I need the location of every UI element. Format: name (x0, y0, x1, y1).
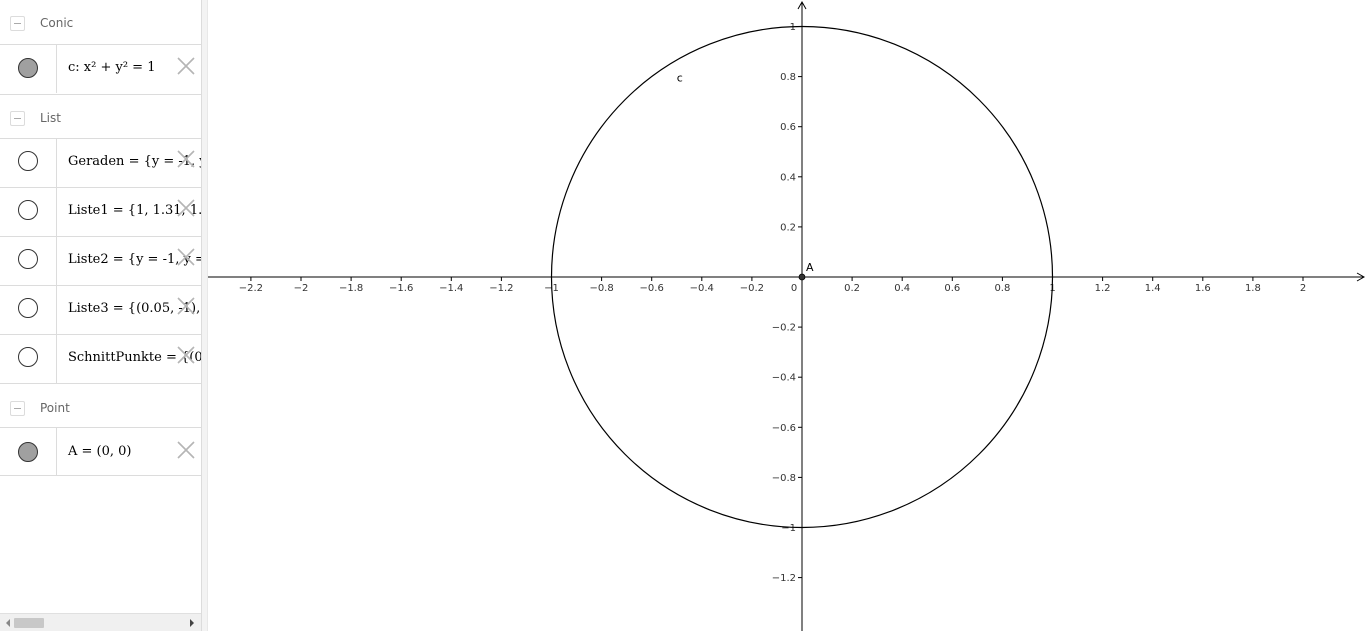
delete-c-icon[interactable] (176, 56, 196, 76)
marble-cell (0, 139, 57, 187)
marble-cell (0, 188, 57, 236)
x-axis-ticks: −2.2 −2 −1.8 −1.6 −1.4 −1.2 −1 −0.8 −0.6 −0.4 −0.2… (239, 277, 1306, 294)
marble-cell (0, 237, 57, 285)
collapse-conic-button[interactable] (10, 16, 25, 31)
y-tick-label: 0.2 (780, 222, 796, 233)
y-tick-label: −1 (781, 523, 796, 534)
y-tick-label: −0.4 (772, 373, 796, 384)
formula-c[interactable]: c: x² + y² = 1 (68, 60, 155, 75)
graphics-canvas[interactable]: −2.2 −2 −1.8 −1.6 −1.4 −1.2 −1 −0.8 −0.6 −0.4 −0.2… (208, 0, 1366, 631)
delete-liste1-icon[interactable] (176, 198, 196, 218)
visibility-toggle-schnittpunkte[interactable] (18, 347, 38, 367)
marble-cell (0, 428, 57, 475)
y-tick-label: −1.2 (772, 573, 796, 584)
delete-liste2-icon[interactable] (176, 247, 196, 267)
scrollbar-thumb[interactable] (14, 618, 44, 628)
y-tick-label: −0.6 (772, 423, 796, 434)
x-tick-label: 0.8 (994, 283, 1010, 294)
x-tick-label: −0.4 (690, 283, 714, 294)
algebra-view: Conic c: x² + y² = 1 List Geraden = {y =… (0, 0, 201, 631)
view-divider[interactable] (201, 0, 208, 631)
marble-cell (0, 335, 57, 383)
algebra-item-schnittpunkte[interactable]: SchnittPunkte = {(0.0 (0, 334, 201, 383)
x-tick-label: −1.6 (389, 283, 413, 294)
graphics-view[interactable]: −2.2 −2 −1.8 −1.6 −1.4 −1.2 −1 −0.8 −0.6 −0.4 −0.2… (208, 0, 1366, 631)
x-tick-label: −2 (294, 283, 309, 294)
visibility-toggle-a[interactable] (18, 442, 38, 462)
y-tick-label: 1 (790, 22, 796, 33)
group-label-point: Point (40, 401, 70, 415)
x-tick-label: 1.6 (1195, 283, 1211, 294)
point-a[interactable] (798, 273, 806, 281)
x-tick-label: −1.4 (439, 283, 463, 294)
x-tick-label: 0.6 (944, 283, 960, 294)
algebra-item-liste2[interactable]: Liste2 = {y = -1, y = (0, 236, 201, 285)
visibility-toggle-liste2[interactable] (18, 249, 38, 269)
axes (208, 0, 1366, 631)
algebra-item-a[interactable]: A = (0, 0) (0, 427, 201, 476)
collapse-list-button[interactable] (10, 111, 25, 126)
marble-cell (0, 45, 57, 93)
y-axis-ticks: 1 0.8 0.6 0.4 0.2 −0.2 −0.4 −0.6 −0.8 −1 −1.2 (772, 22, 802, 584)
formula-a[interactable]: A = (0, 0) (68, 444, 132, 459)
x-tick-label: 2 (1300, 283, 1306, 294)
group-header-list: List (0, 94, 201, 139)
marble-cell (0, 286, 57, 334)
x-tick-label: 0.4 (894, 283, 910, 294)
collapse-point-button[interactable] (10, 401, 25, 416)
visibility-toggle-c[interactable] (18, 58, 38, 78)
x-tick-label: −1.8 (339, 283, 363, 294)
x-tick-label: −0.8 (589, 283, 613, 294)
y-tick-label: −0.8 (772, 473, 796, 484)
x-tick-label: 0.2 (844, 283, 860, 294)
x-tick-label: −0.6 (640, 283, 664, 294)
delete-geraden-icon[interactable] (176, 149, 196, 169)
group-header-point: Point (0, 383, 201, 428)
x-tick-label: 1.4 (1145, 283, 1161, 294)
x-tick-label: −0.2 (740, 283, 764, 294)
scroll-left-icon[interactable] (3, 618, 13, 628)
y-tick-label: 0.6 (780, 122, 796, 133)
algebra-item-liste1[interactable]: Liste1 = {1, 1.31, 1.62 (0, 187, 201, 236)
delete-schnittpunkte-icon[interactable] (176, 345, 196, 365)
group-label-list: List (40, 111, 61, 125)
delete-liste3-icon[interactable] (176, 296, 196, 316)
point-a-label[interactable]: A (806, 261, 814, 274)
algebra-item-geraden[interactable]: Geraden = {y = -1, y = (0, 138, 201, 187)
y-tick-label: 0.8 (780, 72, 796, 83)
algebra-item-c[interactable]: c: x² + y² = 1 (0, 44, 201, 93)
algebra-horizontal-scrollbar[interactable] (0, 613, 201, 631)
algebra-item-liste3[interactable]: Liste3 = {(0.05, -1), (0 (0, 285, 201, 334)
x-tick-label: −2.2 (239, 283, 263, 294)
group-label-conic: Conic (40, 16, 74, 30)
visibility-toggle-liste1[interactable] (18, 200, 38, 220)
y-tick-label: −0.2 (772, 323, 796, 334)
x-tick-label: 0 (791, 283, 797, 294)
visibility-toggle-geraden[interactable] (18, 151, 38, 171)
delete-a-icon[interactable] (176, 440, 196, 460)
x-tick-label: 1.8 (1245, 283, 1261, 294)
y-tick-label: 0.4 (780, 172, 796, 183)
conic-c-label[interactable]: c (677, 72, 683, 85)
x-tick-label: 1.2 (1095, 283, 1111, 294)
x-tick-label: −1.2 (489, 283, 513, 294)
visibility-toggle-liste3[interactable] (18, 298, 38, 318)
group-header-conic: Conic (0, 0, 201, 45)
scroll-right-icon[interactable] (187, 618, 197, 628)
